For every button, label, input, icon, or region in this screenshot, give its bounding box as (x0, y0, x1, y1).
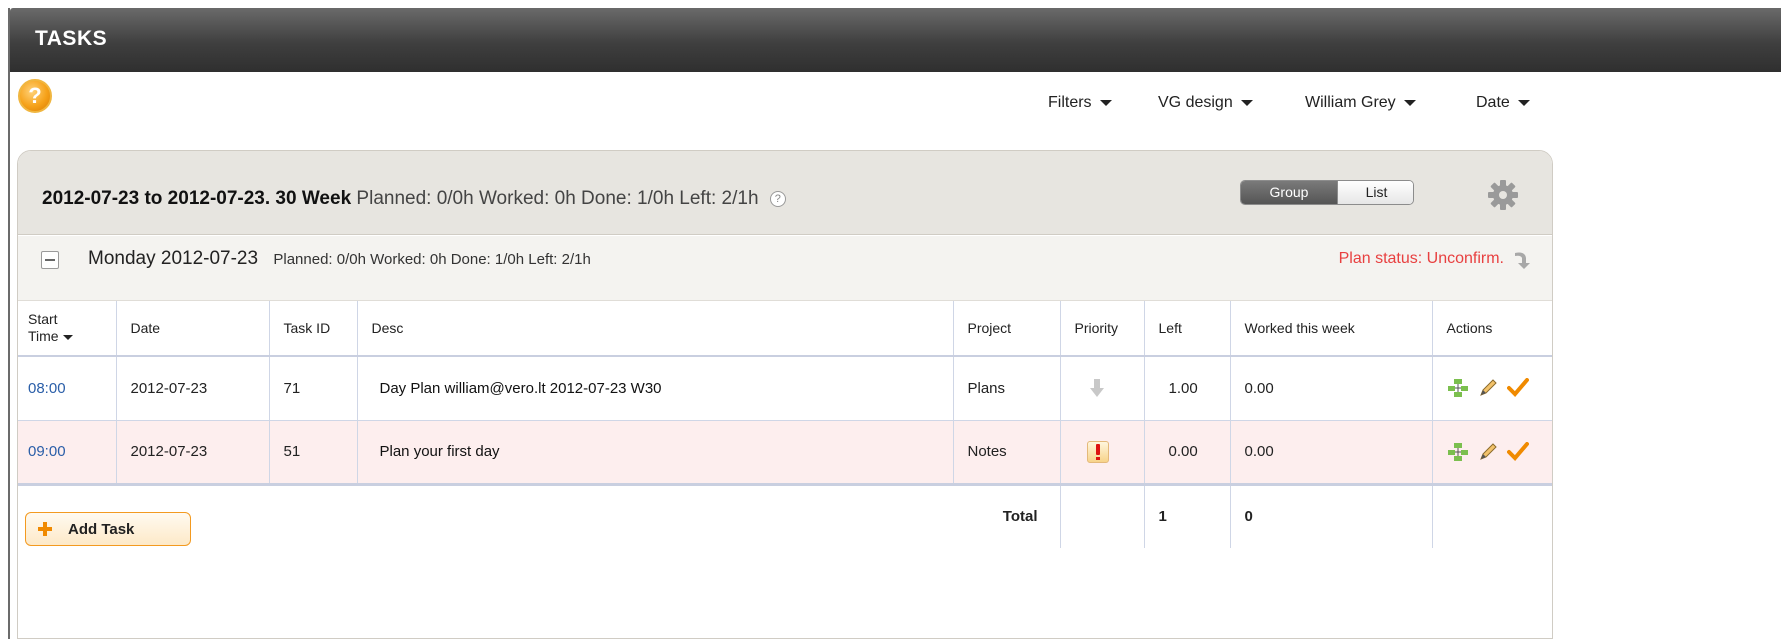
task-project: Notes (953, 420, 1061, 486)
date-dropdown[interactable]: Date (1476, 94, 1530, 112)
group-view-button[interactable]: Group (1241, 181, 1337, 204)
task-left: 0.00 (1144, 420, 1231, 486)
total-spacer (1060, 484, 1144, 548)
list-view-button[interactable]: List (1337, 181, 1413, 204)
filters-dropdown[interactable]: Filters (1048, 94, 1112, 112)
checkmark-icon[interactable] (1506, 441, 1529, 462)
task-worked: 0.00 (1230, 356, 1433, 421)
subtasks-icon[interactable] (1447, 378, 1469, 398)
chevron-down-icon (1403, 99, 1416, 106)
project-dropdown[interactable]: VG design (1158, 94, 1253, 112)
column-desc[interactable]: Desc (357, 301, 954, 357)
total-row: Total 1 0 (18, 484, 1552, 548)
user-label: William Grey (1305, 94, 1396, 111)
pencil-icon[interactable] (1477, 442, 1499, 462)
task-actions (1432, 420, 1552, 486)
turn-down-arrow-icon[interactable] (1512, 248, 1534, 270)
task-worked: 0.00 (1230, 420, 1433, 486)
task-desc[interactable]: Day Plan william@vero.lt 2012-07-23 W30 (357, 356, 954, 421)
add-task-label: Add Task (68, 521, 135, 538)
task-id: 51 (269, 420, 358, 486)
week-stats: Planned: 0/0h Worked: 0h Done: 1/0h Left… (356, 188, 759, 209)
task-project: Plans (953, 356, 1061, 421)
total-left: 1 (1143, 484, 1231, 548)
arrow-down-icon (1089, 379, 1104, 398)
table-row[interactable]: 09:00 2012-07-23 51 Plan your first day … (18, 420, 1552, 486)
column-left[interactable]: Left (1144, 301, 1231, 357)
column-date[interactable]: Date (116, 301, 270, 357)
user-dropdown[interactable]: William Grey (1305, 94, 1416, 112)
task-priority[interactable] (1060, 420, 1145, 486)
column-actions: Actions (1432, 301, 1552, 357)
column-priority[interactable]: Priority (1060, 301, 1145, 357)
chevron-down-icon (1517, 99, 1530, 106)
column-project[interactable]: Project (953, 301, 1061, 357)
filters-label: Filters (1048, 94, 1092, 111)
help-icon[interactable]: ? (18, 79, 52, 113)
day-name: Monday 2012-07-23 (88, 248, 259, 269)
column-task-id[interactable]: Task ID (269, 301, 358, 357)
task-id: 71 (269, 356, 358, 421)
chevron-down-icon (1240, 99, 1253, 106)
info-icon[interactable]: ? (769, 191, 786, 207)
day-stats: Planned: 0/0h Worked: 0h Done: 1/0h Left… (273, 251, 591, 268)
title-bar: TASKS (10, 8, 1781, 72)
sort-down-icon (62, 334, 73, 340)
day-title: Monday 2012-07-23 Planned: 0/0h Worked: … (88, 248, 591, 270)
start-time-link[interactable]: 08:00 (18, 356, 117, 421)
start-time-link[interactable]: 09:00 (18, 420, 117, 486)
week-header: 2012-07-23 to 2012-07-23. 30 Week Planne… (18, 151, 1552, 235)
page-title: TASKS (35, 27, 108, 50)
task-actions (1432, 356, 1552, 421)
column-worked[interactable]: Worked this week (1230, 301, 1433, 357)
plus-icon (38, 522, 52, 536)
gear-icon[interactable] (1486, 178, 1520, 212)
task-date: 2012-07-23 (116, 420, 270, 486)
chevron-down-icon (1099, 99, 1112, 106)
task-priority[interactable] (1060, 356, 1145, 421)
checkmark-icon[interactable] (1506, 378, 1529, 398)
view-toggle: Group List (1240, 180, 1414, 205)
plan-status[interactable]: Plan status: Unconfirm. (1339, 250, 1504, 268)
date-label: Date (1476, 94, 1510, 111)
week-title: 2012-07-23 to 2012-07-23. 30 Week Planne… (42, 188, 786, 210)
task-left: 1.00 (1144, 356, 1231, 421)
day-header: Monday 2012-07-23 Planned: 0/0h Worked: … (18, 236, 1552, 301)
pencil-icon[interactable] (1477, 378, 1499, 398)
collapse-day-button[interactable] (41, 251, 59, 269)
task-date: 2012-07-23 (116, 356, 270, 421)
task-desc[interactable]: Plan your first day (357, 420, 954, 486)
tasks-table: Start Time Date Task ID Desc Project Pri… (18, 301, 1552, 548)
week-panel: 2012-07-23 to 2012-07-23. 30 Week Planne… (17, 150, 1553, 639)
week-range: 2012-07-23 to 2012-07-23. 30 Week (42, 188, 352, 209)
add-task-button[interactable]: Add Task (25, 512, 191, 546)
total-worked: 0 (1230, 484, 1433, 548)
column-start-time[interactable]: Start Time (18, 301, 117, 357)
exclamation-icon (1086, 440, 1109, 463)
subtasks-icon[interactable] (1447, 442, 1469, 462)
table-header-row: Start Time Date Task ID Desc Project Pri… (18, 301, 1552, 357)
total-actions-spacer (1431, 484, 1552, 548)
project-label: VG design (1158, 94, 1233, 111)
table-row[interactable]: 08:00 2012-07-23 71 Day Plan william@ver… (18, 356, 1552, 421)
